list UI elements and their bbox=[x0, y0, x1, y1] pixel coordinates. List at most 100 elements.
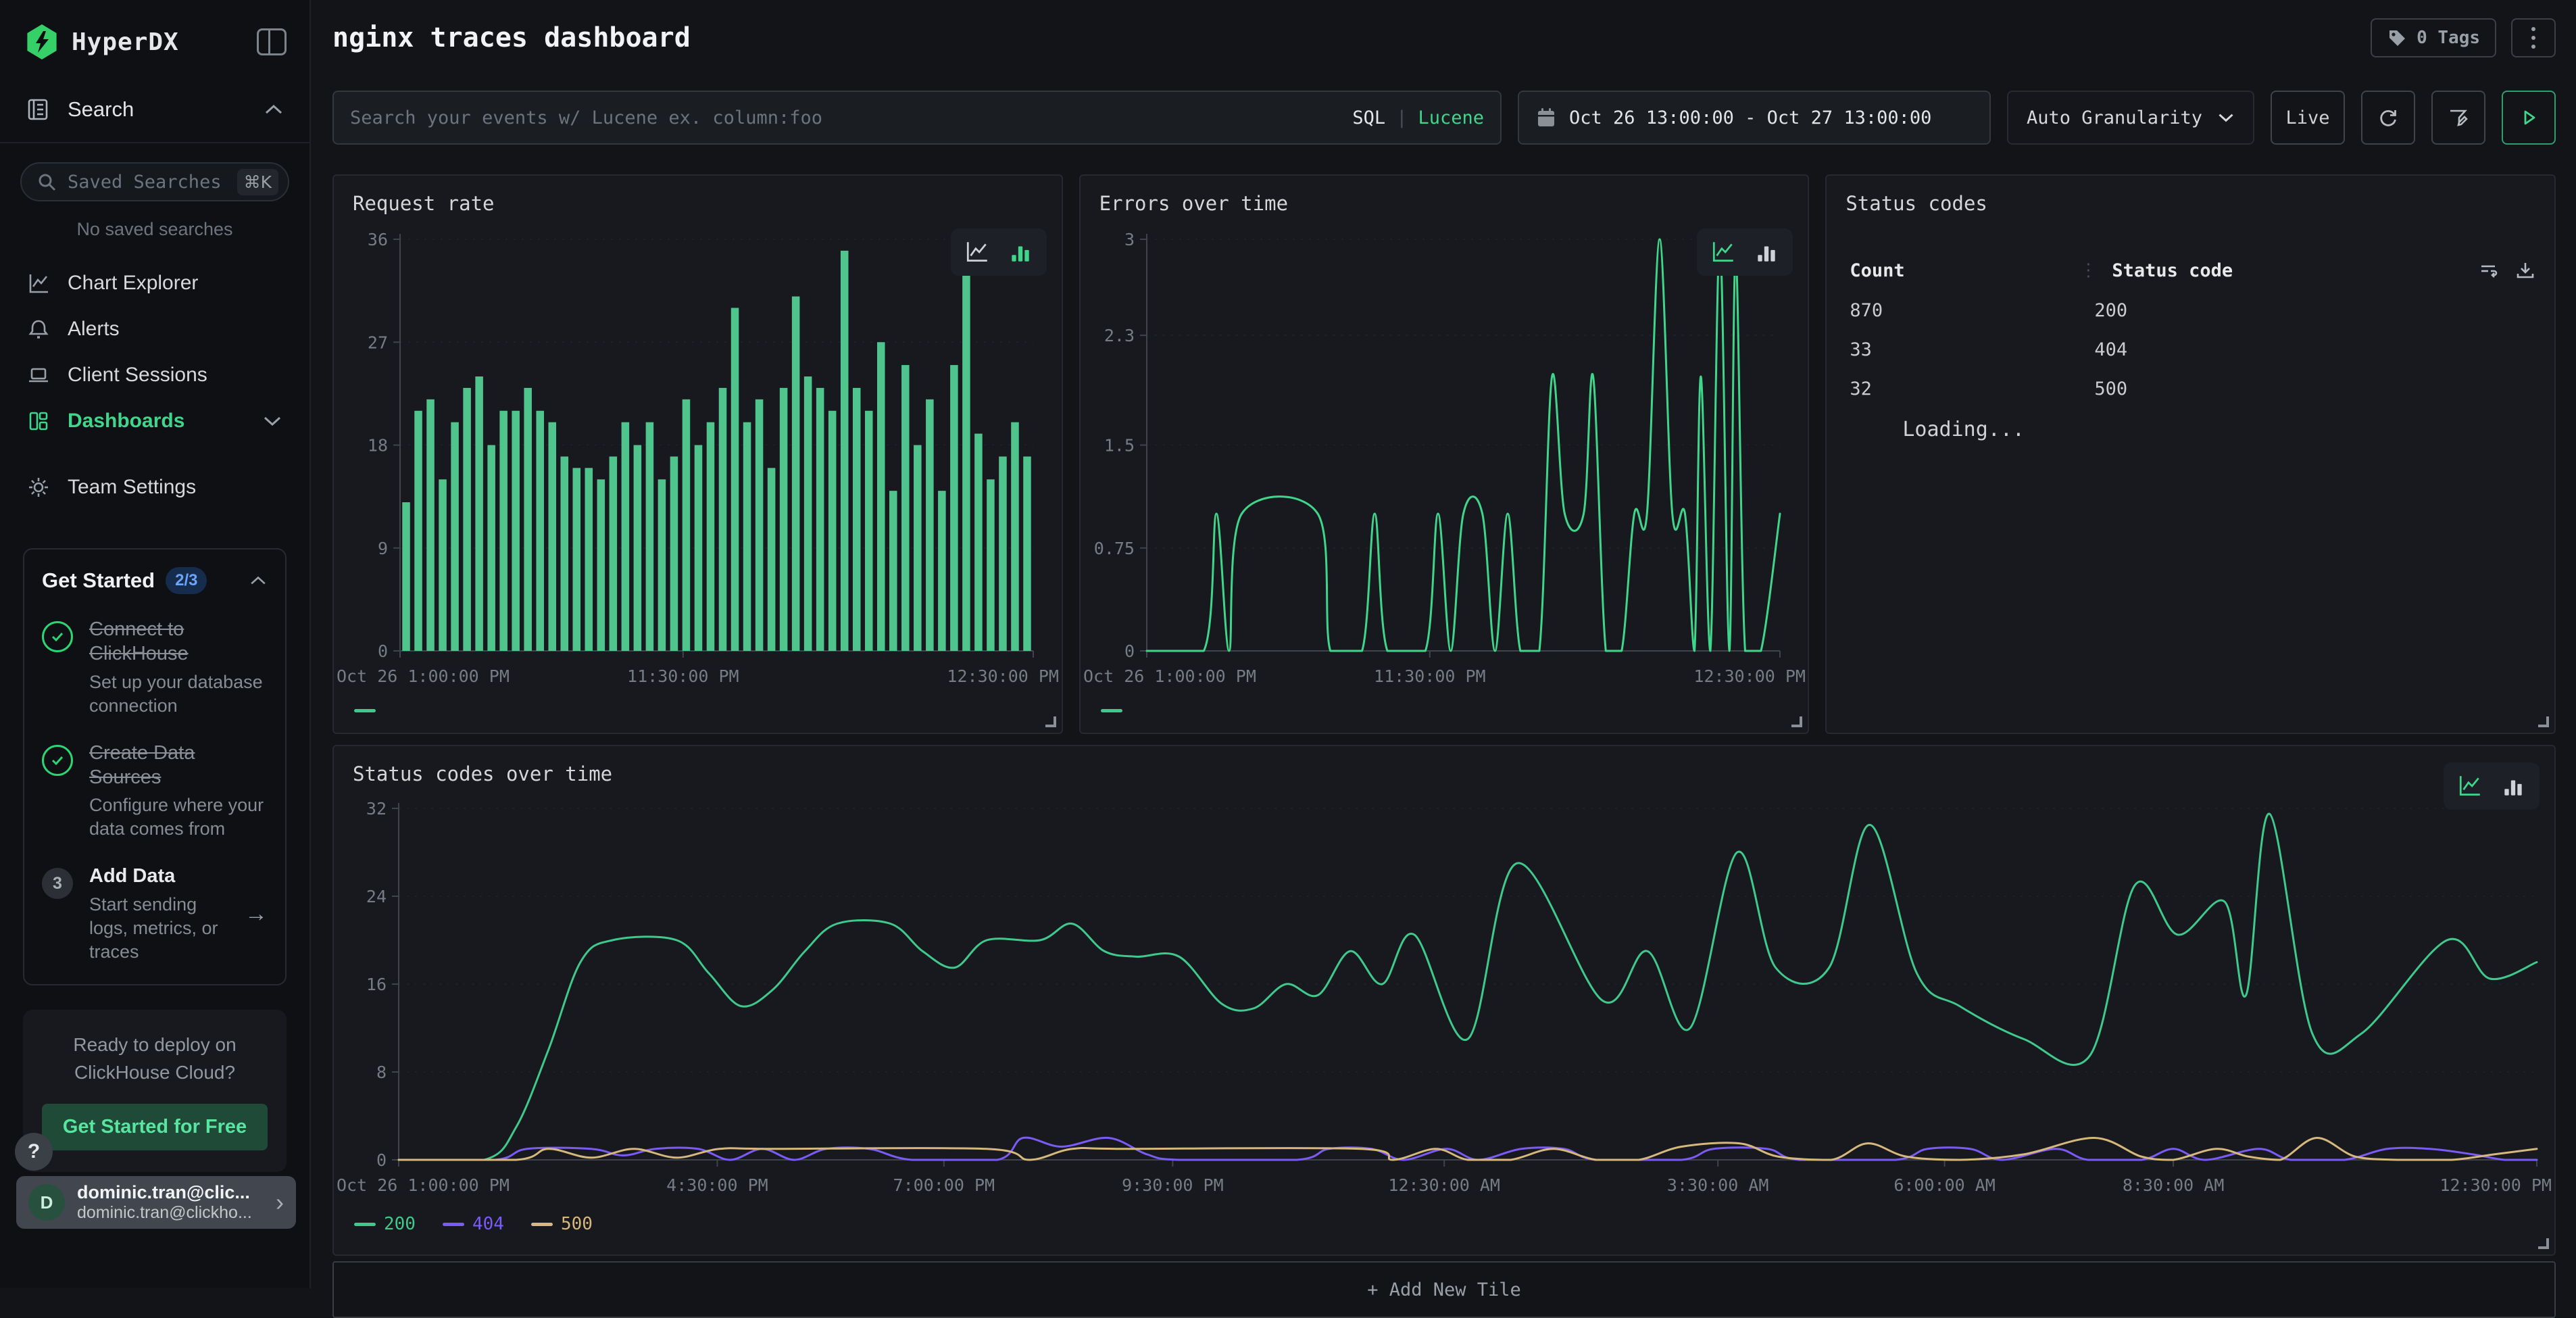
panel-resize-handle[interactable] bbox=[2538, 716, 2549, 727]
chevron-down-icon bbox=[262, 415, 282, 427]
svg-text:0.75: 0.75 bbox=[1093, 539, 1134, 558]
sql-toggle[interactable]: SQL bbox=[1352, 107, 1385, 128]
legend-item-200[interactable]: 200 bbox=[354, 1214, 416, 1234]
bar-chart-toggle-icon[interactable] bbox=[1008, 239, 1033, 265]
legend-item-404[interactable]: 404 bbox=[443, 1214, 504, 1234]
legend-item[interactable] bbox=[1101, 709, 1122, 712]
svg-text:Oct 26 1:00:00 PM: Oct 26 1:00:00 PM bbox=[337, 1175, 510, 1195]
sidebar-collapse-icon[interactable] bbox=[257, 28, 287, 55]
laptop-icon bbox=[27, 364, 50, 387]
dashboard-grid-icon bbox=[27, 410, 50, 433]
sidebar-item-alerts[interactable]: Alerts bbox=[20, 306, 289, 352]
event-search-input[interactable] bbox=[350, 107, 1352, 128]
more-options-button[interactable] bbox=[2511, 18, 2556, 57]
user-account-chip[interactable]: D dominic.tran@clic... dominic.tran@clic… bbox=[16, 1176, 296, 1229]
wrap-columns-icon[interactable] bbox=[2479, 260, 2499, 280]
chevron-up-icon[interactable] bbox=[249, 575, 268, 586]
panel-status-codes: Status codes Count ⋮ Status code 870 200 bbox=[1825, 174, 2556, 734]
deploy-text-line2: ClickHouse Cloud? bbox=[42, 1059, 268, 1087]
svg-text:12:30:00 PM: 12:30:00 PM bbox=[2439, 1175, 2552, 1195]
column-header-status-code[interactable]: Status code bbox=[2112, 260, 2479, 281]
panel-resize-handle[interactable] bbox=[1791, 716, 1802, 727]
run-query-button[interactable] bbox=[2502, 91, 2556, 145]
svg-text:3:30:00 AM: 3:30:00 AM bbox=[1667, 1175, 1769, 1195]
chevron-right-icon: › bbox=[276, 1188, 284, 1217]
svg-text:1.5: 1.5 bbox=[1104, 436, 1135, 456]
sidebar-item-dashboards[interactable]: Dashboards bbox=[20, 398, 289, 444]
table-row[interactable]: 33 404 bbox=[1850, 330, 2535, 369]
tags-button[interactable]: 0 Tags bbox=[2371, 18, 2496, 57]
panel-errors-over-time: Errors over time 00.751.52.33Oct 26 1:00… bbox=[1079, 174, 1810, 734]
get-started-free-button[interactable]: Get Started for Free bbox=[42, 1104, 268, 1150]
chevron-down-icon bbox=[2217, 112, 2235, 123]
refresh-button[interactable] bbox=[2361, 91, 2415, 145]
saved-searches-field[interactable] bbox=[68, 172, 237, 193]
lucene-toggle[interactable]: Lucene bbox=[1418, 107, 1484, 128]
line-chart-toggle-icon[interactable] bbox=[1710, 239, 1736, 265]
bar-chart-toggle-icon[interactable] bbox=[2500, 773, 2526, 799]
download-icon[interactable] bbox=[2515, 260, 2535, 280]
sidebar-item-search[interactable]: Search bbox=[0, 80, 309, 142]
svg-text:12:30:00 AM: 12:30:00 AM bbox=[1388, 1175, 1500, 1195]
table-row[interactable]: 32 500 bbox=[1850, 369, 2535, 408]
date-range-value: Oct 26 13:00:00 - Oct 27 13:00:00 bbox=[1569, 107, 1931, 128]
legend-item-500[interactable]: 500 bbox=[531, 1214, 593, 1234]
get-started-card: Get Started 2/3 Connect to ClickHouse Se… bbox=[23, 548, 287, 985]
granularity-select[interactable]: Auto Granularity bbox=[2007, 91, 2254, 145]
sidebar-item-client-sessions[interactable]: Client Sessions bbox=[20, 352, 289, 398]
get-started-step-add-data[interactable]: 3 Add Data Start sending logs, metrics, … bbox=[42, 864, 268, 964]
gear-icon bbox=[27, 476, 50, 499]
sidebar-item-team-settings[interactable]: Team Settings bbox=[20, 464, 289, 510]
check-circle-icon bbox=[42, 745, 73, 776]
deploy-text-line1: Ready to deploy on bbox=[42, 1031, 268, 1059]
legend-item[interactable] bbox=[354, 709, 376, 712]
sidebar-search-label: Search bbox=[68, 97, 264, 122]
granularity-value: Auto Granularity bbox=[2027, 107, 2202, 128]
svg-text:Oct 26 1:00:00 PM: Oct 26 1:00:00 PM bbox=[337, 666, 510, 686]
arrow-right-icon: → bbox=[245, 901, 268, 927]
svg-text:8:30:00 AM: 8:30:00 AM bbox=[2123, 1175, 2225, 1195]
panel-status-codes-over-time: Status codes over time 08162432Oct 26 1:… bbox=[332, 745, 2556, 1256]
help-button[interactable]: ? bbox=[15, 1133, 53, 1171]
date-range-picker[interactable]: Oct 26 13:00:00 - Oct 27 13:00:00 bbox=[1518, 91, 1991, 145]
line-chart-toggle-icon[interactable] bbox=[964, 239, 990, 265]
panel-resize-handle[interactable] bbox=[1045, 716, 1056, 727]
add-new-tile-button[interactable]: + Add New Tile bbox=[332, 1261, 2556, 1318]
column-header-count[interactable]: Count bbox=[1850, 260, 2079, 281]
legend-label: 200 bbox=[384, 1214, 416, 1234]
line-chart-toggle-icon[interactable] bbox=[2457, 773, 2483, 799]
svg-text:0: 0 bbox=[376, 1150, 387, 1170]
play-icon bbox=[2519, 107, 2539, 128]
svg-text:12:30:00 PM: 12:30:00 PM bbox=[1693, 666, 1806, 686]
panel-resize-handle[interactable] bbox=[2538, 1238, 2549, 1249]
live-button[interactable]: Live bbox=[2271, 91, 2345, 145]
svg-text:32: 32 bbox=[366, 799, 387, 819]
get-started-progress-badge: 2/3 bbox=[166, 567, 207, 594]
filter-button[interactable] bbox=[2431, 91, 2485, 145]
toggle-separator: | bbox=[1396, 107, 1407, 128]
status_over_time-svg: 08162432Oct 26 1:00:00 PM4:30:00 PM7:00:… bbox=[334, 746, 2554, 1254]
bar-chart-toggle-icon[interactable] bbox=[1754, 239, 1779, 265]
chart-type-toolbar bbox=[2444, 762, 2540, 810]
tag-icon bbox=[2387, 28, 2407, 48]
panel-title: Status codes over time bbox=[353, 762, 612, 785]
shortcut-badge: ⌘K bbox=[237, 169, 278, 195]
column-divider[interactable]: ⋮ bbox=[2079, 260, 2097, 280]
sidebar-item-chart-explorer[interactable]: Chart Explorer bbox=[20, 260, 289, 306]
tags-label: 0 Tags bbox=[2417, 28, 2480, 48]
svg-text:4:30:00 PM: 4:30:00 PM bbox=[666, 1175, 768, 1195]
panel-request-rate: Request rate 09182736Oct 26 1:00:00 PM11… bbox=[332, 174, 1063, 734]
svg-text:0: 0 bbox=[1124, 641, 1135, 661]
table-row[interactable]: 870 200 bbox=[1850, 291, 2535, 330]
get-started-step-connect[interactable]: Connect to ClickHouse Set up your databa… bbox=[42, 617, 268, 718]
get-started-title: Get Started bbox=[42, 568, 155, 593]
chart-type-toolbar bbox=[951, 228, 1047, 276]
get-started-step-sources[interactable]: Create Data Sources Configure where your… bbox=[42, 741, 268, 841]
panel-title: Errors over time bbox=[1099, 192, 1288, 215]
sidebar: HyperDX Search ⌘K No saved searches Char… bbox=[0, 0, 311, 1288]
journal-icon bbox=[26, 97, 50, 122]
search-icon bbox=[36, 172, 57, 192]
saved-searches-input[interactable]: ⌘K bbox=[20, 162, 289, 201]
status-codes-over-time-chart[interactable]: 08162432Oct 26 1:00:00 PM4:30:00 PM7:00:… bbox=[334, 746, 2554, 1254]
event-search-box: SQL | Lucene bbox=[332, 91, 1502, 145]
